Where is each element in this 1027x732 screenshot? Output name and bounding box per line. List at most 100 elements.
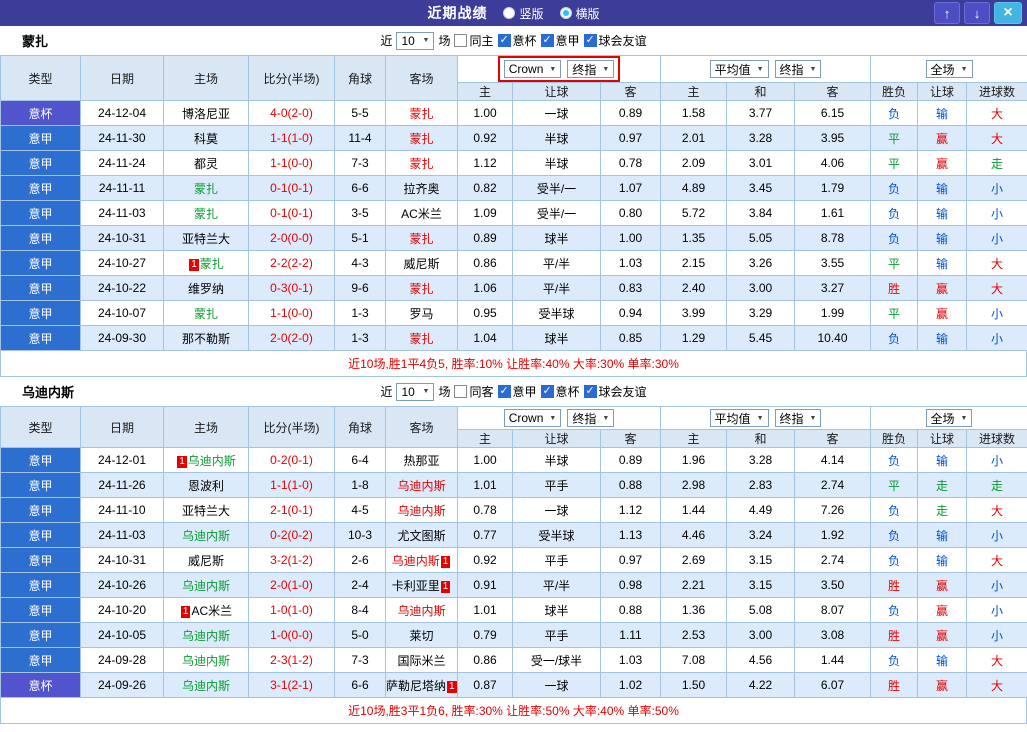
- home-team-cell[interactable]: 乌迪内斯: [163, 622, 249, 648]
- radio-horizontal-layout[interactable]: 横版: [559, 5, 600, 22]
- handicap-home-odds: 0.82: [457, 175, 513, 201]
- odds-home-win: 1.35: [660, 225, 728, 251]
- handicap-away-odds: 1.00: [599, 225, 662, 251]
- same-venue-checkbox[interactable]: ✓ 同客: [454, 383, 494, 400]
- comp-checkbox-2[interactable]: ✓ 球会友谊: [583, 383, 647, 400]
- handicap-home-odds: 0.92: [457, 125, 513, 151]
- competition-badge: 意甲: [0, 175, 81, 201]
- match-count-select[interactable]: 10 ▼: [396, 31, 435, 50]
- home-team-cell[interactable]: 亚特兰大: [163, 497, 249, 523]
- home-team-cell[interactable]: 蒙扎: [163, 175, 249, 201]
- away-team-cell[interactable]: 卡利亚里 1: [385, 572, 458, 598]
- comp-checkbox-0[interactable]: ✓ 意甲: [497, 383, 537, 400]
- home-team-cell[interactable]: 博洛尼亚: [163, 100, 249, 126]
- result-goals: 小: [966, 572, 1027, 598]
- handicap-away-odds: 1.13: [600, 522, 661, 548]
- away-team-cell[interactable]: 罗马: [385, 300, 458, 326]
- match-row: 意甲 24-11-03 蒙扎 0-1(0-1) 3-5 AC米兰 1.09 受半…: [0, 200, 1027, 226]
- result-goals: 小: [966, 200, 1027, 226]
- handicap-home-odds: 0.89: [457, 225, 513, 251]
- close-button[interactable]: ×: [994, 2, 1022, 24]
- same-venue-checkbox[interactable]: ✓ 同主: [454, 32, 494, 49]
- away-team-name: 蒙扎: [409, 231, 434, 246]
- index-select-2[interactable]: 终指 ▼: [774, 409, 822, 427]
- away-team-cell[interactable]: 蒙扎: [385, 275, 458, 301]
- away-team-cell[interactable]: 拉齐奥: [385, 175, 458, 201]
- page-title: 近期战绩: [427, 5, 488, 21]
- down-button[interactable]: ↓: [964, 2, 990, 24]
- odds-draw: 3.77: [726, 100, 796, 126]
- home-team-cell[interactable]: 那不勒斯: [163, 325, 249, 351]
- match-row: 意甲 24-11-03 乌迪内斯 0-2(0-2) 10-3 尤文图斯 0.77…: [0, 522, 1027, 548]
- home-team-cell[interactable]: 乌迪内斯: [163, 672, 249, 698]
- home-team-cell[interactable]: 维罗纳: [163, 275, 249, 301]
- home-team-cell[interactable]: 1 乌迪内斯: [163, 447, 249, 473]
- comp-checkbox-2[interactable]: ✓ 球会友谊: [583, 32, 647, 49]
- odds-draw: 5.45: [726, 325, 796, 351]
- home-team-cell[interactable]: 1 AC米兰: [163, 597, 249, 623]
- scope-select[interactable]: 全场 ▼: [925, 60, 973, 78]
- away-team-cell[interactable]: 尤文图斯: [385, 522, 458, 548]
- away-team-cell[interactable]: 莱切: [385, 622, 458, 648]
- odds-draw: 3.00: [726, 275, 796, 301]
- away-team-cell[interactable]: 蒙扎: [385, 100, 458, 126]
- home-team-cell[interactable]: 蒙扎: [163, 200, 249, 226]
- home-team-cell[interactable]: 乌迪内斯: [163, 647, 249, 673]
- comp-checkbox-0[interactable]: ✓ 意杯: [497, 32, 537, 49]
- home-team-cell[interactable]: 恩波利: [163, 472, 249, 498]
- away-team-cell[interactable]: 国际米兰: [385, 647, 458, 673]
- window-buttons: ↑ ↓ ×: [934, 2, 1022, 24]
- team-section-monza: 蒙扎 近 10 ▼ 场 ✓ 同主 ✓ 意杯 ✓ 意甲 ✓ 球会友谊: [0, 26, 1027, 377]
- rank-badge: 1: [447, 680, 457, 693]
- match-count-select[interactable]: 10 ▼: [396, 382, 435, 401]
- result-outcome: 胜: [870, 622, 919, 648]
- home-team-cell[interactable]: 威尼斯: [163, 547, 249, 573]
- result-goals: 小: [966, 597, 1027, 623]
- result-handicap: 走: [917, 472, 968, 498]
- away-team-cell[interactable]: AC米兰: [385, 200, 458, 226]
- home-team-cell[interactable]: 蒙扎: [163, 300, 249, 326]
- away-team-cell[interactable]: 乌迪内斯: [385, 497, 458, 523]
- home-team-cell[interactable]: 都灵: [163, 150, 249, 176]
- away-team-cell[interactable]: 蒙扎: [385, 150, 458, 176]
- away-team-cell[interactable]: 威尼斯: [385, 250, 458, 276]
- match-row: 意甲 24-11-10 亚特兰大 2-1(0-1) 4-5 乌迪内斯 0.78 …: [0, 497, 1027, 523]
- away-team-cell[interactable]: 蒙扎: [385, 125, 458, 151]
- index-select-2[interactable]: 终指 ▼: [774, 60, 822, 78]
- radio-vertical-layout[interactable]: 竖版: [503, 5, 544, 22]
- home-team-cell[interactable]: 乌迪内斯: [163, 522, 249, 548]
- home-team-cell[interactable]: 乌迪内斯: [163, 572, 249, 598]
- average-select[interactable]: 平均值 ▼: [709, 409, 769, 427]
- competition-badge: 意甲: [0, 225, 81, 251]
- match-row: 意杯 24-12-04 博洛尼亚 4-0(2-0) 5-5 蒙扎 1.00 一球…: [0, 100, 1027, 126]
- comp-checkbox-1[interactable]: ✓ 意杯: [540, 383, 580, 400]
- home-team-name: 蒙扎: [199, 256, 224, 271]
- bookmaker-select[interactable]: Crown ▼: [503, 409, 562, 427]
- match-row: 意甲 24-09-30 那不勒斯 2-0(2-0) 1-3 蒙扎 1.04 球半…: [0, 325, 1027, 351]
- match-date: 24-11-26: [80, 472, 164, 498]
- odds-away-win: 4.14: [793, 447, 872, 473]
- scope-select[interactable]: 全场 ▼: [925, 409, 973, 427]
- home-team-cell[interactable]: 亚特兰大: [163, 225, 249, 251]
- rank-badge: 1: [189, 258, 199, 271]
- home-team-cell[interactable]: 科莫: [163, 125, 249, 151]
- away-team-cell[interactable]: 蒙扎: [385, 325, 458, 351]
- home-team-cell[interactable]: 1 蒙扎: [163, 250, 249, 276]
- away-team-cell[interactable]: 乌迪内斯 1: [385, 547, 458, 573]
- away-team-cell[interactable]: 萨勒尼塔纳 1: [385, 672, 458, 698]
- away-team-cell[interactable]: 热那亚: [385, 447, 458, 473]
- odds-draw: 3.45: [726, 175, 796, 201]
- comp-checkbox-1[interactable]: ✓ 意甲: [540, 32, 580, 49]
- up-button[interactable]: ↑: [934, 2, 960, 24]
- away-team-cell[interactable]: 乌迪内斯: [385, 472, 458, 498]
- result-goals: 大: [966, 250, 1027, 276]
- home-team-name: 威尼斯: [187, 553, 224, 568]
- score-value: 3-1(2-1): [248, 672, 335, 698]
- average-select[interactable]: 平均值 ▼: [709, 60, 769, 78]
- bookmaker-select[interactable]: Crown ▼: [503, 60, 562, 78]
- away-team-cell[interactable]: 乌迪内斯: [385, 597, 458, 623]
- index-select[interactable]: 终指 ▼: [567, 60, 615, 78]
- away-team-cell[interactable]: 蒙扎: [385, 225, 458, 251]
- corners-value: 9-6: [334, 275, 386, 301]
- index-select[interactable]: 终指 ▼: [567, 409, 615, 427]
